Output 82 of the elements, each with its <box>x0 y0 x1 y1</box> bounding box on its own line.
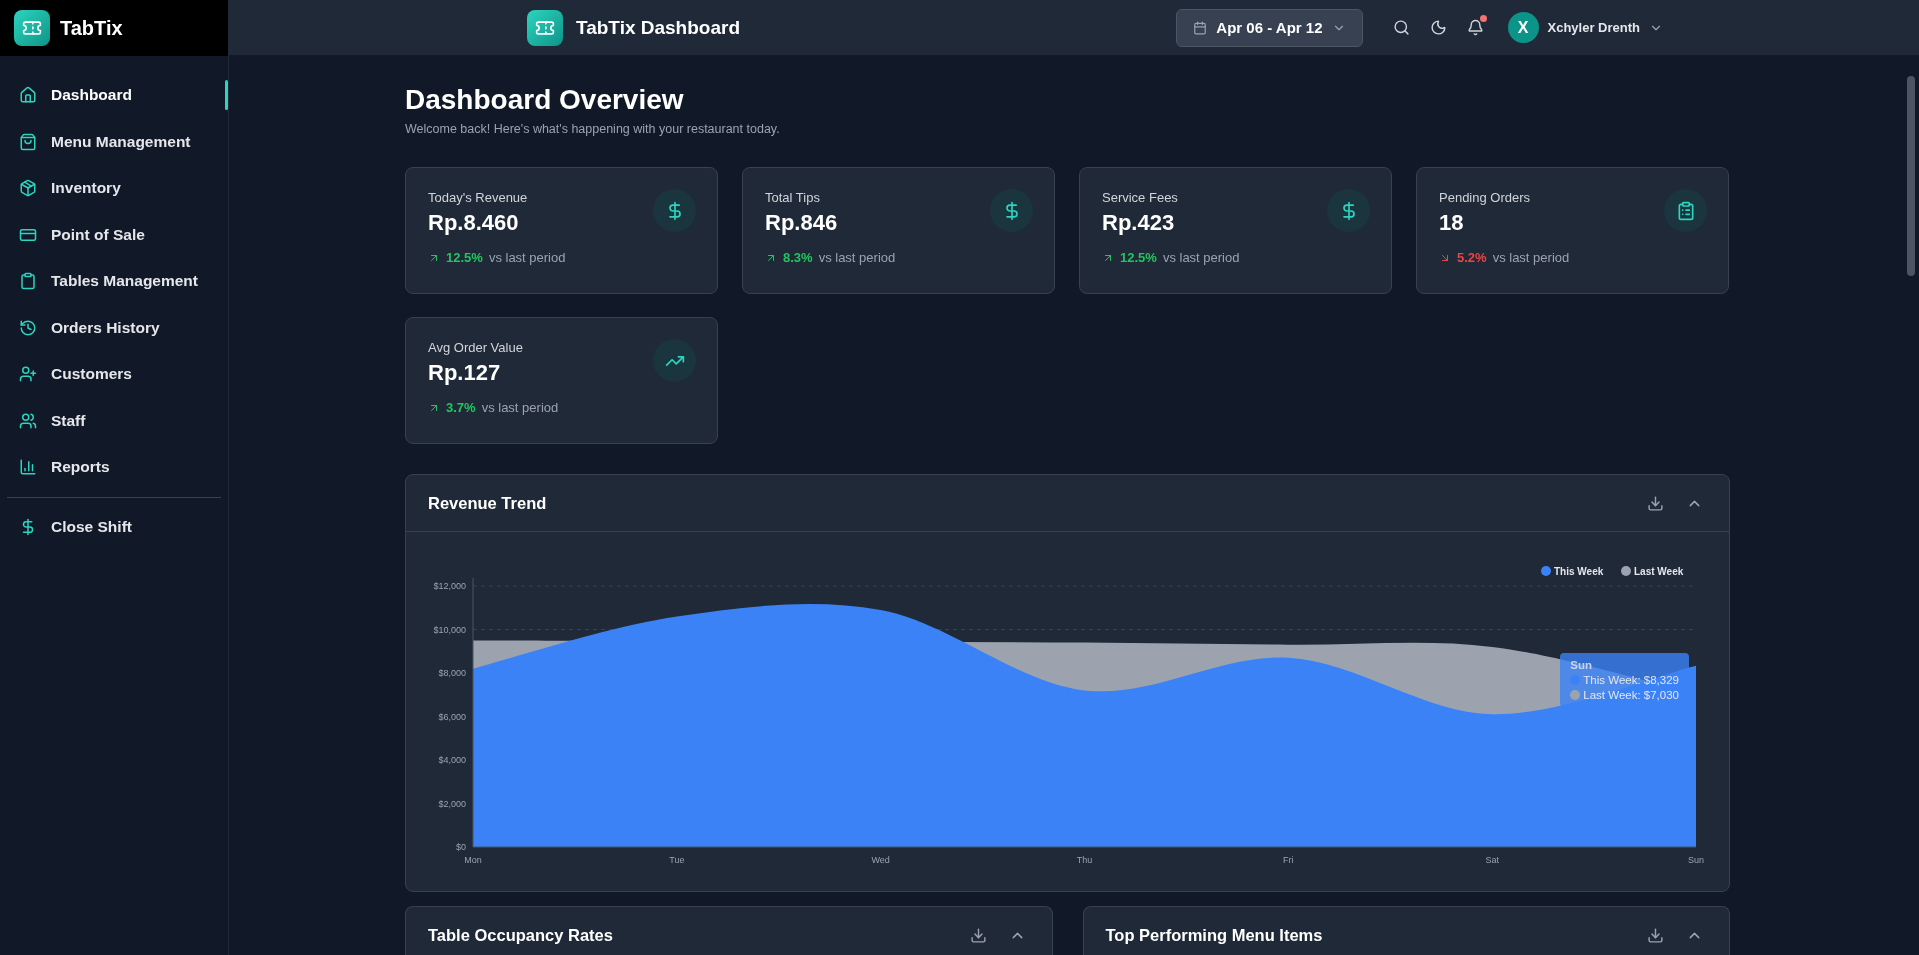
y-axis-label: $0 <box>456 842 466 852</box>
home-icon <box>19 86 37 105</box>
stat-value: Rp.8.460 <box>428 210 520 236</box>
logo-icon <box>527 9 563 46</box>
y-axis-label: $4,000 <box>438 755 466 765</box>
y-axis-label: $6,000 <box>438 711 466 722</box>
stat-label: Today's Revenue <box>428 190 529 205</box>
x-axis-label: Fri <box>1283 855 1294 865</box>
date-range-button[interactable]: Apr 06 - Apr 12 <box>1176 8 1363 47</box>
sidebar-item[interactable]: Customers <box>0 351 228 398</box>
stat-change: 12.5% <box>1120 250 1157 265</box>
stat-note: vs last period <box>488 250 566 265</box>
stat-value: 18 <box>1439 210 1465 236</box>
sidebar-item[interactable]: Dashboard <box>0 72 228 119</box>
stat-value: Rp.127 <box>428 360 502 386</box>
legend-label[interactable]: Last Week <box>1634 566 1684 577</box>
sidebar-item[interactable]: Staff <box>0 397 228 444</box>
page-subtitle: Welcome back! Here's what's happening with your restaurant today. <box>405 122 781 136</box>
x-axis-label: Thu <box>1076 855 1093 865</box>
stat-label: Service Fees <box>1102 190 1179 205</box>
y-axis-label: $12,000 <box>433 581 466 591</box>
bar-chart-icon <box>19 458 37 477</box>
stat-value: Rp.846 <box>765 210 839 236</box>
stat-change: 8.3% <box>783 250 813 265</box>
download-icon <box>1647 927 1664 944</box>
calendar-icon <box>1193 20 1208 35</box>
x-axis-label: Sun <box>1688 855 1704 865</box>
legend-label[interactable]: This Week <box>1554 566 1604 577</box>
stat-value: Rp.423 <box>1102 210 1176 236</box>
tooltip-line: Last Week: $7,030 <box>1583 689 1679 701</box>
user-menu-button[interactable]: X Xchyler Drenth <box>1501 11 1669 44</box>
dollar-icon <box>990 189 1033 232</box>
search-icon <box>1392 19 1410 36</box>
x-axis-label: Wed <box>871 855 890 865</box>
panel-title: Revenue Trend <box>428 493 548 513</box>
stat-label: Total Tips <box>765 190 821 205</box>
tooltip-title: Sun <box>1570 659 1594 671</box>
clipboard-icon <box>19 272 37 291</box>
trending-up-icon <box>653 339 696 382</box>
y-axis-label: $8,000 <box>438 668 466 678</box>
stat-change: 12.5% <box>446 250 483 265</box>
stat-note: vs last period <box>1492 250 1570 265</box>
sidebar-item[interactable]: Tables Management <box>0 258 228 305</box>
x-axis-label: Sat <box>1485 855 1499 865</box>
sidebar-item[interactable]: Inventory <box>0 165 228 212</box>
logo-icon <box>14 10 50 46</box>
tooltip-dot <box>1570 690 1581 700</box>
x-axis-label: Tue <box>669 855 685 865</box>
stat-note: vs last period <box>818 250 896 265</box>
box-icon <box>19 179 37 198</box>
moon-icon <box>1429 19 1447 36</box>
sidebar-item[interactable]: Point of Sale <box>0 211 228 258</box>
panel-title: Table Occupancy Rates <box>428 926 614 945</box>
y-axis-label: $2,000 <box>438 798 466 809</box>
dollar-icon <box>1327 189 1370 232</box>
clipboard-list-icon <box>1664 189 1707 232</box>
dollar-icon <box>653 189 696 232</box>
bell-icon <box>1466 19 1484 36</box>
user-avatar: X <box>1507 12 1539 43</box>
sidebar-item[interactable]: Menu Management <box>0 118 228 165</box>
sidebar-item[interactable]: Close Shift <box>0 503 228 550</box>
users-icon <box>19 411 37 430</box>
sidebar-item[interactable]: Reports <box>0 444 228 491</box>
y-axis-label: $10,000 <box>433 624 466 635</box>
app-title: TabTix Dashboard <box>576 16 740 39</box>
shopping-bag-icon <box>19 132 37 151</box>
history-icon <box>19 318 37 337</box>
sidebar-item[interactable]: Orders History <box>0 304 228 351</box>
stat-note: vs last period <box>481 400 559 415</box>
tooltip-line: This Week: $8,329 <box>1583 674 1679 686</box>
x-axis-label: Mon <box>464 855 482 865</box>
stat-label: Pending Orders <box>1439 190 1532 205</box>
user-plus-icon <box>19 365 37 384</box>
panel-title: Top Performing Menu Items <box>1105 926 1324 945</box>
stat-label: Avg Order Value <box>428 340 524 355</box>
page-title: Dashboard Overview <box>405 84 685 116</box>
brand-name: TabTix <box>60 16 123 40</box>
stat-change: 5.2% <box>1457 250 1487 265</box>
stat-note: vs last period <box>1162 250 1240 265</box>
download-icon <box>969 927 987 944</box>
download-icon <box>1647 494 1664 512</box>
stat-change: 3.7% <box>446 400 476 415</box>
